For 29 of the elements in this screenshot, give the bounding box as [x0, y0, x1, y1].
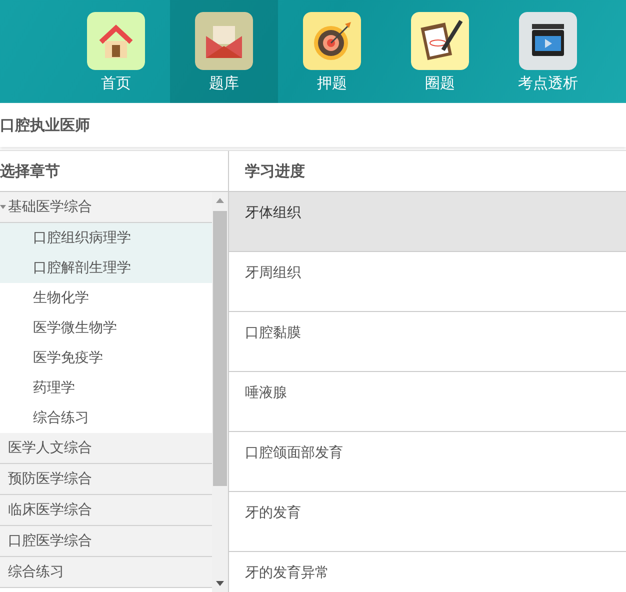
target-icon — [303, 12, 361, 70]
chapter-group[interactable]: 临床医学综合 — [0, 495, 212, 526]
scroll-up-icon[interactable] — [216, 198, 224, 203]
house-icon — [87, 12, 145, 70]
progress-row[interactable]: 唾液腺 — [229, 372, 626, 432]
nav-tab[interactable]: 押题 — [278, 0, 386, 103]
progress-row[interactable]: 牙周组织 — [229, 252, 626, 312]
nav-tab[interactable]: 首页 — [62, 0, 170, 103]
chapter-group[interactable]: 基础医学综合 — [0, 192, 212, 223]
video-icon — [519, 12, 577, 70]
progress-row[interactable]: 牙的发育异常 — [229, 552, 626, 592]
expand-icon — [0, 204, 6, 210]
chapter-group[interactable]: 医学人文综合 — [0, 433, 212, 464]
page-title: 口腔执业医师 — [0, 103, 626, 147]
progress-row[interactable]: 口腔黏膜 — [229, 312, 626, 372]
chapter-item[interactable]: 口腔组织病理学 — [0, 223, 212, 253]
chapter-group[interactable]: 预防医学综合 — [0, 464, 212, 495]
nav-tab[interactable]: 题库 — [170, 0, 278, 103]
chapter-group[interactable]: 口腔医学综合 — [0, 526, 212, 557]
progress-row[interactable]: 牙体组织 — [229, 192, 626, 252]
chapter-group[interactable]: 综合练习 — [0, 557, 212, 588]
progress-row[interactable]: 牙的发育 — [229, 492, 626, 552]
chapter-item[interactable]: 口腔解剖生理学 — [0, 253, 212, 283]
scroll-down-icon[interactable] — [216, 581, 224, 586]
scrollbar[interactable] — [212, 192, 228, 592]
clipboard-icon — [411, 12, 469, 70]
nav-tab[interactable]: 圈题 — [386, 0, 494, 103]
progress-row[interactable]: 口腔颌面部发育 — [229, 432, 626, 492]
envelope-icon — [195, 12, 253, 70]
